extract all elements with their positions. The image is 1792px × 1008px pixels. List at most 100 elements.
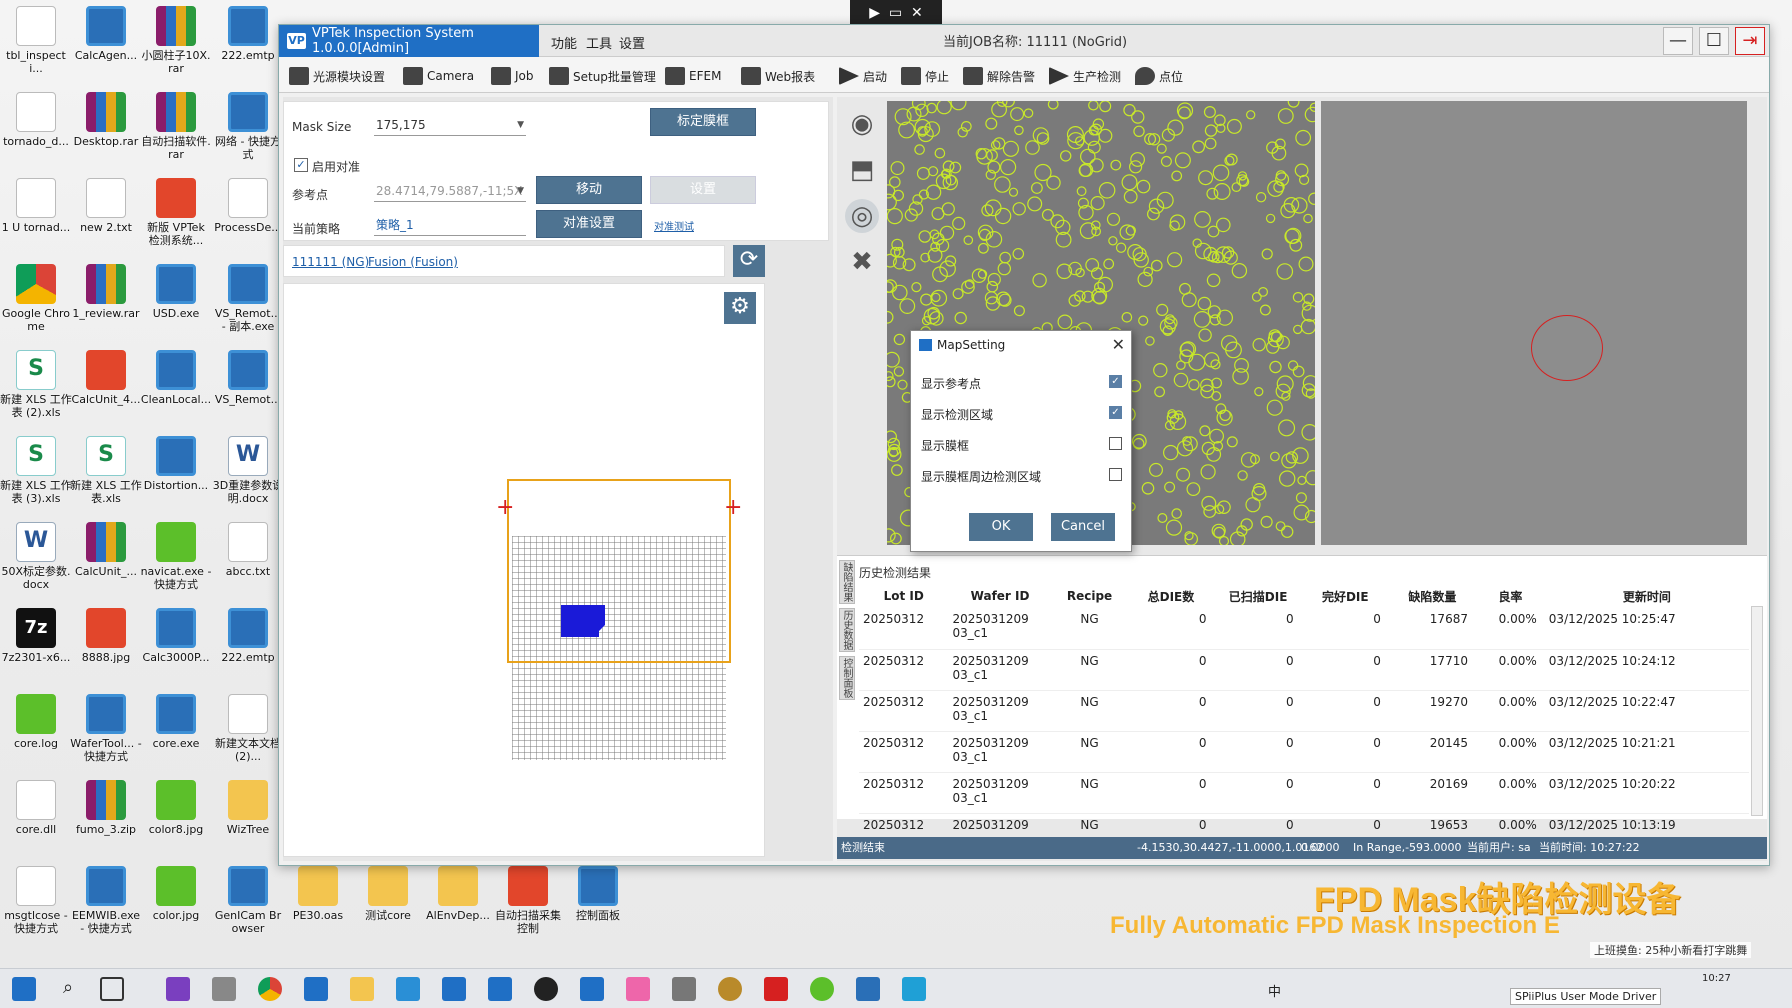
desktop-icon[interactable]: CalcAgen...	[70, 6, 142, 77]
desktop-icon[interactable]: 8888.jpg	[70, 608, 142, 679]
col-update-time[interactable]: 更新时间	[1545, 584, 1749, 608]
desktop-icon[interactable]: 网络 - 快捷方式	[212, 92, 284, 163]
strategy-field[interactable]: 策略_1	[374, 214, 526, 236]
task-view-icon[interactable]	[100, 977, 124, 1001]
desktop-icon[interactable]: Google Chrome	[0, 264, 72, 335]
windows-start-icon[interactable]	[12, 977, 36, 1001]
app-icon[interactable]	[442, 977, 466, 1001]
job-link[interactable]: 111111 (NG)	[292, 255, 369, 269]
wafer-map[interactable]: + +	[284, 284, 766, 858]
desktop-icon[interactable]: CleanLocal...	[140, 350, 212, 421]
desktop-icon[interactable]: Distortion...	[140, 436, 212, 507]
close-button[interactable]: ⇥	[1735, 27, 1765, 55]
desktop-icon[interactable]: CalcUnit_4...	[70, 350, 142, 421]
desktop-icon[interactable]: 7z 7z2301-x6...	[0, 608, 72, 679]
toolbar-web-report-button[interactable]: Web报表	[741, 63, 815, 89]
app-icon[interactable]	[304, 977, 328, 1001]
desktop-icon[interactable]: 自动扫描采集控制	[492, 866, 564, 937]
app-icon[interactable]	[856, 977, 880, 1001]
desktop-icon[interactable]: 1_review.rar	[70, 264, 142, 335]
table-row[interactable]: 20250312 2025031209 03_c1 NG 0 0 0 17687 0.00% 0…	[859, 608, 1749, 650]
option-show-frame-area-checkbox[interactable]	[1109, 468, 1122, 481]
move-button[interactable]: 移动	[536, 176, 642, 204]
close-icon[interactable]: ✕	[911, 5, 923, 21]
desktop-icon[interactable]: USD.exe	[140, 264, 212, 335]
menu-tools[interactable]: 工具	[586, 33, 612, 52]
toolbar-job-button[interactable]: Job	[491, 63, 534, 89]
desktop-icon[interactable]: core.dll	[0, 780, 72, 851]
app-icon[interactable]	[672, 977, 696, 1001]
toolbar-start-button[interactable]: 启动	[839, 63, 887, 89]
col-scanned-die[interactable]: 已扫描DIE	[1215, 584, 1302, 608]
ref-point-select[interactable]: 28.4714,79.5887,-11;5X ▼	[374, 180, 526, 202]
desktop-icon[interactable]: 222.emtp	[212, 608, 284, 679]
desktop-icon[interactable]: GenICam Browser	[212, 866, 284, 937]
desktop-icon[interactable]: 小圆柱子10X.rar	[140, 6, 212, 77]
desktop-icon[interactable]: VS_Remot...	[212, 350, 284, 421]
desktop-icon[interactable]: 测试core	[352, 866, 424, 937]
toolbar-production-button[interactable]: 生产检测	[1049, 63, 1121, 89]
desktop-icon[interactable]: WizTree	[212, 780, 284, 851]
toolbar-efem-button[interactable]: EFEM	[665, 63, 721, 89]
ok-button[interactable]: OK	[969, 513, 1033, 541]
maximize-button[interactable]: ☐	[1699, 27, 1729, 55]
desktop-icon[interactable]: 自动扫描软件.rar	[140, 92, 212, 163]
toolbar-stop-button[interactable]: 停止	[901, 63, 949, 89]
desktop-icon[interactable]: Desktop.rar	[70, 92, 142, 163]
tools-button[interactable]: ✖	[845, 245, 879, 279]
menu-function[interactable]: 功能	[551, 33, 577, 52]
desktop-icon[interactable]: VS_Remot... - 副本.exe	[212, 264, 284, 335]
desktop-icon[interactable]: new 2.txt	[70, 178, 142, 249]
side-tab-defects[interactable]: 缺陷结果	[839, 560, 855, 604]
desktop-icon[interactable]: 1 U tornad...	[0, 178, 72, 249]
ime-indicator[interactable]: 中	[1268, 981, 1281, 1000]
toolbar-setup-button[interactable]: Setup批量管理	[549, 63, 656, 89]
desktop-icon[interactable]: color8.jpg	[140, 780, 212, 851]
search-icon[interactable]: ⌕	[56, 977, 80, 1001]
image-fit-button[interactable]: ⬒	[845, 153, 879, 187]
desktop-icon[interactable]: 控制面板	[562, 866, 634, 937]
desktop-icon[interactable]: AlEnvDep...	[422, 866, 494, 937]
camera-capture-button[interactable]: ◉	[845, 107, 879, 141]
defect-detail-image[interactable]	[1321, 101, 1747, 545]
desktop-icon[interactable]: fumo_3.zip	[70, 780, 142, 851]
desktop-icon[interactable]: S 新建 XLS 工作表 (2).xls	[0, 350, 72, 421]
desktop-icon[interactable]: tbl_inspecti...	[0, 6, 72, 77]
desktop-icon[interactable]: W 50X标定参数.docx	[0, 522, 72, 593]
option-show-frame-checkbox[interactable]	[1109, 437, 1122, 450]
option-show-area-checkbox[interactable]: ✓	[1109, 406, 1122, 419]
desktop-icon[interactable]: S 新建 XLS 工作表 (3).xls	[0, 436, 72, 507]
navicat-icon[interactable]	[810, 977, 834, 1001]
refresh-settings-button[interactable]: ⟳	[733, 245, 765, 277]
desktop-icon[interactable]: core.exe	[140, 694, 212, 765]
focus-target-button[interactable]: ◎	[845, 199, 879, 233]
col-recipe[interactable]: Recipe	[1052, 584, 1128, 608]
visual-studio-icon[interactable]	[166, 977, 190, 1001]
fusion-link[interactable]: Fusion (Fusion)	[368, 255, 458, 269]
desktop-icon[interactable]: 新版 VPTek 检测系统...	[140, 178, 212, 249]
desktop-icon[interactable]: S 新建 XLS 工作表.xls	[70, 436, 142, 507]
side-tab-control[interactable]: 控制面板	[839, 656, 855, 700]
app-icon[interactable]	[212, 977, 236, 1001]
desktop-icon[interactable]: EEMWIB.exe - 快捷方式	[70, 866, 142, 937]
desktop-icon[interactable]: ProcessDe...	[212, 178, 284, 249]
col-wafer-id[interactable]: Wafer ID	[948, 584, 1051, 608]
table-row[interactable]: 20250312 2025031209 03_c1 NG 0 0 0 19270 0.00% 0…	[859, 690, 1749, 732]
align-test-link[interactable]: 对准测试	[654, 218, 694, 233]
desktop-icon[interactable]: navicat.exe - 快捷方式	[140, 522, 212, 593]
vs-app-icon[interactable]	[580, 977, 604, 1001]
desktop-icon[interactable]: PE30.oas	[282, 866, 354, 937]
desktop-icon[interactable]: abcc.txt	[212, 522, 284, 593]
side-tab-history[interactable]: 历史数据	[839, 608, 855, 652]
col-good-die[interactable]: 完好DIE	[1302, 584, 1389, 608]
app-icon[interactable]	[902, 977, 926, 1001]
cancel-button[interactable]: Cancel	[1051, 513, 1115, 541]
toolbar-clear-alarm-button[interactable]: 解除告警	[963, 63, 1035, 89]
app-icon[interactable]	[718, 977, 742, 1001]
desktop-icon[interactable]: core.log	[0, 694, 72, 765]
col-yield[interactable]: 良率	[1476, 584, 1545, 608]
option-show-ref-checkbox[interactable]: ✓	[1109, 375, 1122, 388]
desktop-icon[interactable]: 222.emtp	[212, 6, 284, 77]
table-row[interactable]: 20250312 2025031209 03_c1 NG 0 0 0 20169 0.00% 0…	[859, 772, 1749, 814]
desktop-icon[interactable]: W 3D重建参数说明.docx	[212, 436, 284, 507]
